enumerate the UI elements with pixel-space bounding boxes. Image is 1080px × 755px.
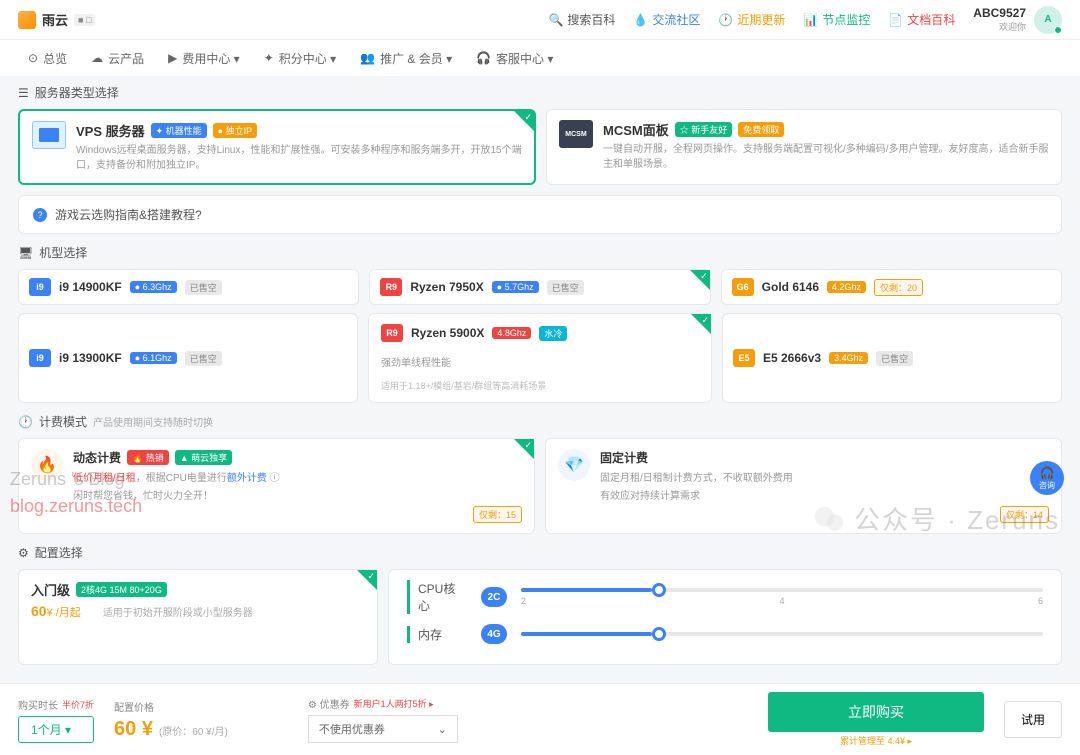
cpu-Ryzen 7950X[interactable]: R9Ryzen 7950X● 5.7Ghz 已售空 (369, 269, 710, 305)
subnav-icon: ⊙ (28, 51, 38, 65)
cpu-Gold 6146[interactable]: G6Gold 61464.2Ghz 仅剩：20 (721, 269, 1062, 305)
cpu-chip-icon: R9 (380, 278, 402, 296)
cpu-i9 13900KF[interactable]: i9i9 13900KF● 6.1Ghz 已售空 (18, 313, 358, 403)
topnav-文档百科[interactable]: 📄文档百科 (888, 11, 955, 28)
faq-link[interactable]: ? 游戏云选购指南&搭建教程? (18, 195, 1062, 234)
billing-动态计费[interactable]: 🔥动态计费 🔥 热销 ▲ 萌云独享低价月租/日租，根据CPU电量进行额外计费 ⓘ… (18, 438, 535, 534)
float-help-button[interactable]: 🎧咨询 (1030, 461, 1064, 495)
mcsm-icon: MCSM (559, 120, 593, 148)
brand-name: 雨云 (42, 10, 68, 29)
cpu-chip-icon: i9 (29, 278, 51, 296)
subnav-推广 & 会员 ▾[interactable]: 👥推广 & 会员 ▾ (360, 50, 452, 67)
try-button[interactable]: 试用 (1004, 701, 1062, 738)
config-card-entry[interactable]: 入门级 2核4G 15M 80+20G 60¥ /月起 适用于初始开服阶段或小型… (18, 569, 378, 665)
cpu-E5 2666v3[interactable]: E5E5 2666v33.4Ghz 已售空 (722, 313, 1062, 403)
cpu-chip-icon: R9 (381, 324, 403, 342)
subnav-费用中心 ▾[interactable]: ▶费用中心 ▾ (168, 50, 240, 67)
user-avatar[interactable]: A (1034, 6, 1062, 34)
topnav-节点监控[interactable]: 📊节点监控 (803, 11, 870, 28)
chevron-down-icon: ⌄ (438, 723, 447, 736)
brand-badge: ■ □ (74, 14, 95, 26)
brand-logo-icon (18, 11, 36, 29)
slider-内存[interactable]: 内存4G (407, 624, 1043, 644)
user-name: ABC9527 (973, 6, 1026, 20)
section-server-type: ☰ 服务器类型选择 (18, 84, 1062, 101)
billing-固定计费[interactable]: 💎固定计费 固定月租/日租制计费方式，不收取额外费用有效应对持续计算需求仅剩：1… (545, 438, 1062, 534)
section-model: 🖥 机型选择 (18, 244, 1062, 261)
duration-select[interactable]: 1个月 ▾ (18, 716, 94, 743)
nav-icon: 🕐 (718, 13, 733, 27)
subnav-icon: ✦ (264, 51, 274, 65)
billing-icon: 💎 (558, 449, 590, 481)
nav-icon: 🔍 (548, 13, 563, 27)
subnav-云产品[interactable]: ☁云产品 (91, 50, 144, 67)
nav-icon: 📊 (803, 13, 818, 27)
subnav-icon: 👥 (360, 51, 375, 65)
nav-icon: 💧 (633, 13, 648, 27)
question-icon: ? (33, 208, 47, 222)
subnav-icon: ▶ (168, 51, 177, 65)
subnav-客服中心 ▾[interactable]: 🎧客服中心 ▾ (476, 50, 553, 67)
topnav-搜索百科[interactable]: 🔍搜索百科 (548, 11, 615, 28)
billing-icon: 🔥 (31, 449, 63, 481)
server-card-MCSM面板[interactable]: MCSMMCSM面板 ☆ 新手友好 免费领取一键自动开服，全程网页操作。支持服务… (546, 109, 1062, 185)
cpu-chip-icon: G6 (732, 278, 754, 296)
server-icon (32, 121, 66, 149)
user-welcome: 欢迎你 (973, 20, 1026, 33)
nav-icon: 📄 (888, 13, 903, 27)
buy-button[interactable]: 立即购买 (768, 692, 984, 732)
section-billing: 🕐 计费模式 产品使用期间支持随时切换 (18, 413, 1062, 430)
topnav-近期更新[interactable]: 🕐近期更新 (718, 11, 785, 28)
slider-CPU核心[interactable]: CPU核心2C246 (407, 580, 1043, 614)
section-config: ⚙ 配置选择 (18, 544, 1062, 561)
subnav-icon: 🎧 (476, 51, 491, 65)
subnav-icon: ☁ (91, 51, 103, 65)
cpu-chip-icon: i9 (29, 349, 51, 367)
coupon-select[interactable]: 不使用优惠券⌄ (308, 715, 458, 743)
cpu-Ryzen 5900X[interactable]: R9Ryzen 5900X4.8Ghz 水冷强劲单线程性能适用于1.18+/模组… (368, 313, 712, 403)
cpu-i9 14900KF[interactable]: i9i9 14900KF● 6.3Ghz 已售空 (18, 269, 359, 305)
cpu-chip-icon: E5 (733, 349, 755, 367)
topnav-交流社区[interactable]: 💧交流社区 (633, 11, 700, 28)
server-card-VPS 服务器[interactable]: VPS 服务器 ✦ 机器性能 ● 独立IPWindows远程桌面服务器，支持Li… (18, 109, 536, 185)
subnav-总览[interactable]: ⊙总览 (28, 50, 67, 67)
config-price: 60 ¥ (114, 718, 153, 741)
subnav-积分中心 ▾[interactable]: ✦积分中心 ▾ (264, 50, 336, 67)
